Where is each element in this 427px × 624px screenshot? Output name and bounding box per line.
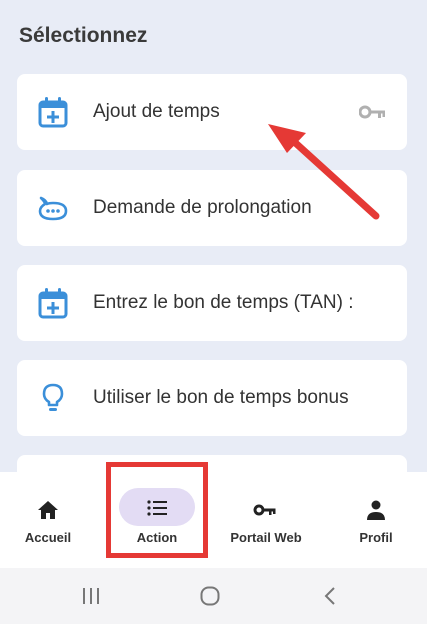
nav-home[interactable]: Accueil: [10, 472, 86, 568]
chat-bubble-icon: [38, 196, 68, 221]
bottom-nav: Accueil Action Portail Web Profil: [0, 472, 427, 568]
option-extension-request[interactable]: Demande de prolongation: [17, 170, 407, 246]
option-label: Ajout de temps: [93, 101, 220, 122]
nav-web-portal[interactable]: Portail Web: [220, 472, 312, 568]
page-title: Sélectionnez: [19, 24, 148, 47]
option-enter-tan[interactable]: Entrez le bon de temps (TAN) :: [17, 265, 407, 341]
person-icon: [367, 500, 385, 520]
home-circle-icon[interactable]: [198, 584, 222, 608]
nav-label: Profil: [359, 530, 393, 545]
nav-label: Accueil: [24, 530, 72, 545]
recent-apps-icon[interactable]: [79, 584, 103, 608]
system-nav-bar: [0, 568, 427, 624]
option-label: Demande de prolongation: [93, 197, 312, 218]
back-icon[interactable]: [318, 584, 342, 608]
option-bonus-voucher[interactable]: Utiliser le bon de temps bonus: [17, 360, 407, 436]
nav-label: Portail Web: [230, 530, 302, 545]
calendar-plus-icon: [38, 288, 68, 319]
lightbulb-icon: [42, 383, 64, 411]
key-icon: [253, 504, 276, 516]
nav-profile[interactable]: Profil: [340, 472, 412, 568]
annotation-highlight-box: [106, 462, 208, 558]
calendar-plus-icon: [38, 97, 68, 128]
option-label: Utiliser le bon de temps bonus: [93, 387, 349, 408]
option-add-time[interactable]: Ajout de temps: [17, 74, 407, 150]
key-icon: [359, 105, 385, 119]
option-label: Entrez le bon de temps (TAN) :: [93, 292, 354, 313]
home-icon: [38, 501, 58, 519]
